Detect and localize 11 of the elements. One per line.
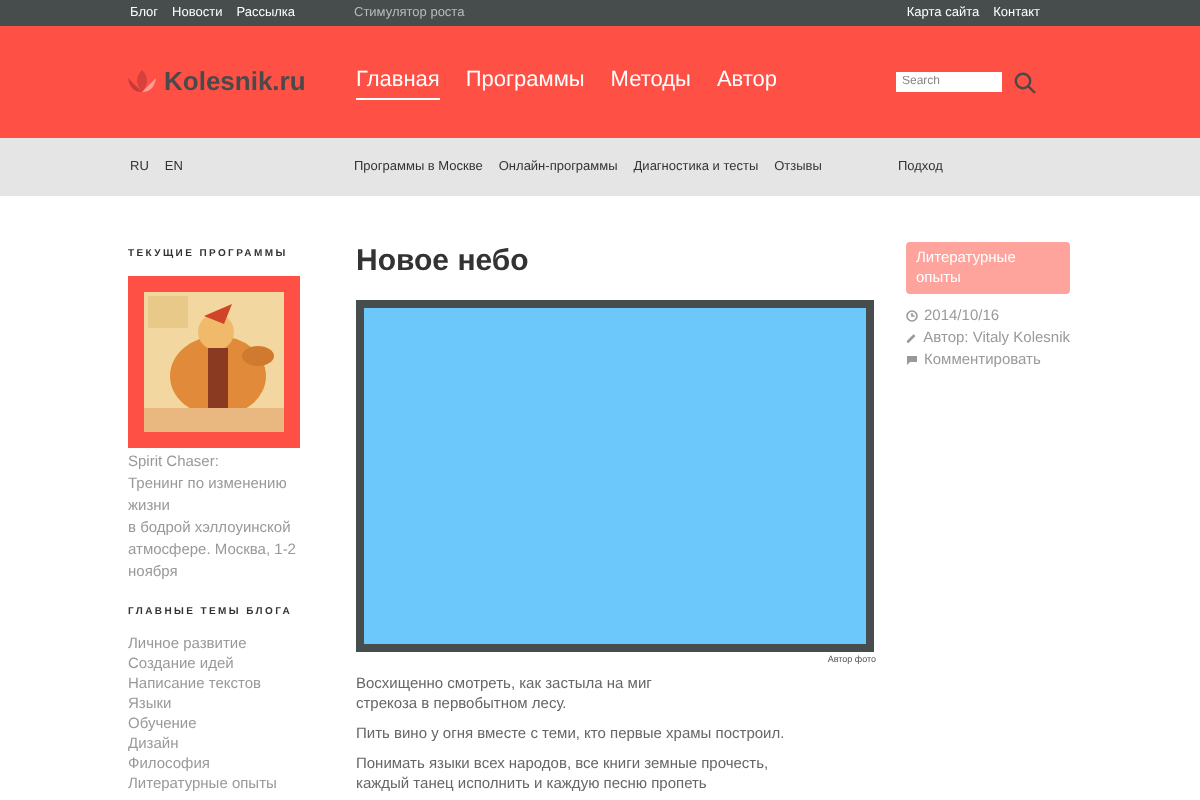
nav-tab[interactable]: Автор [716,63,778,101]
nav-tab[interactable]: Методы [610,63,691,101]
article-title: Новое небо [356,242,531,282]
logo-text[interactable]: Kolesnik.ru [164,62,306,102]
lotus-logo-icon [128,70,156,94]
search-icon[interactable] [1014,71,1036,93]
clock-icon [906,309,918,321]
pencil-icon [906,331,918,343]
nav-tab[interactable]: Программы [465,63,585,101]
speech-bubble-icon [906,353,918,365]
nav-tab[interactable]: Главная [356,63,440,101]
